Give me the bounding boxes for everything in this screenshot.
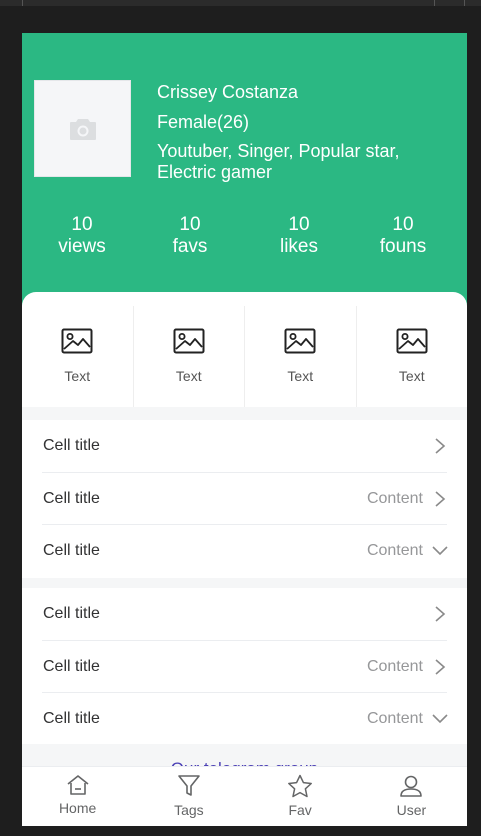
cell-item[interactable]: Cell title [42,420,447,473]
cell-title: Cell title [43,542,100,559]
chevron-down-icon [432,546,448,556]
grid-item[interactable]: Text [22,306,134,407]
avatar[interactable] [34,80,131,177]
stat-label: founs [379,236,427,257]
stat-value: 10 [179,214,201,235]
home-icon [67,775,89,795]
stat-value: 10 [392,214,414,235]
section-divider [22,407,467,420]
chevron-down-icon [432,714,448,724]
filter-icon [178,775,200,796]
cell-title: Cell title [43,605,100,622]
grid-item-label: Text [398,368,425,384]
image-icon [284,328,316,354]
stat-favs[interactable]: 10 favs [145,214,235,258]
image-icon [61,328,93,354]
star-icon [288,774,313,798]
cell-group-2: Cell title Cell title Content Cell title… [22,588,467,746]
tab-home[interactable]: Home [22,767,133,826]
cell-title: Cell title [43,489,100,507]
grid-item[interactable]: Text [245,306,357,407]
cell-value: Content [366,542,423,559]
top-bar-divider [22,0,23,6]
stat-label: likes [279,236,318,257]
grid-item[interactable]: Text [357,306,468,407]
stat-likes[interactable]: 10 likes [254,214,344,258]
cell-item[interactable]: Cell title Content [42,473,447,525]
cell-value: Content [366,710,423,727]
cell-item[interactable]: Cell title Content [42,641,447,693]
tab-user[interactable]: User [356,767,467,826]
cell-value: Content [366,657,423,675]
stat-value: 10 [71,214,93,235]
profile-stats: 10 views 10 favs 10 likes 10 founs [22,214,467,260]
chevron-right-icon [435,606,446,622]
tab-label: User [396,802,427,818]
image-icon [396,328,428,354]
stat-views[interactable]: 10 views [37,214,127,258]
top-bar-divider [464,0,465,6]
stat-founs[interactable]: 10 founs [358,214,448,258]
cell-group-1: Cell title Cell title Content Cell title… [22,420,467,578]
profile-header: Crissey Costanza Female(26) Youtuber, Si… [22,33,467,308]
profile-info: Crissey Costanza Female(26) Youtuber, Si… [157,81,457,183]
cell-item[interactable]: Cell title Content [42,693,448,746]
tab-tags[interactable]: Tags [133,767,244,826]
top-bar-divider [434,0,435,6]
chevron-right-icon [435,438,446,454]
camera-icon [69,118,96,140]
cell-value: Content [366,489,423,507]
tab-label: Home [58,800,97,816]
icon-grid: Text Text Text Text [22,306,467,407]
chevron-right-icon [435,490,446,507]
profile-gender-age: Female(26) [157,112,250,132]
cell-item[interactable]: Cell title Content [42,525,448,578]
user-icon [400,775,423,797]
profile-tags: Youtuber, Singer, Popular star, Electric… [157,141,400,182]
tab-label: Fav [288,802,312,818]
profile-name: Crissey Costanza [157,82,299,102]
stat-label: favs [172,236,208,257]
mobile-screen: Crissey Costanza Female(26) Youtuber, Si… [22,33,467,826]
window-top-bar [0,0,481,6]
tab-fav[interactable]: Fav [245,767,356,826]
cell-item[interactable]: Cell title [42,588,447,641]
stat-value: 10 [288,214,310,235]
grid-item-label: Text [64,368,91,384]
cell-title: Cell title [43,710,100,727]
grid-item-label: Text [287,368,314,384]
cell-title: Cell title [43,437,100,454]
cell-title: Cell title [43,657,100,675]
bottom-tab-bar: Home Tags Fav User [22,766,467,826]
image-icon [173,328,205,354]
grid-item-label: Text [175,368,202,384]
tab-label: Tags [174,802,204,818]
stat-label: views [58,236,106,257]
chevron-right-icon [435,658,446,675]
grid-item[interactable]: Text [134,306,245,407]
